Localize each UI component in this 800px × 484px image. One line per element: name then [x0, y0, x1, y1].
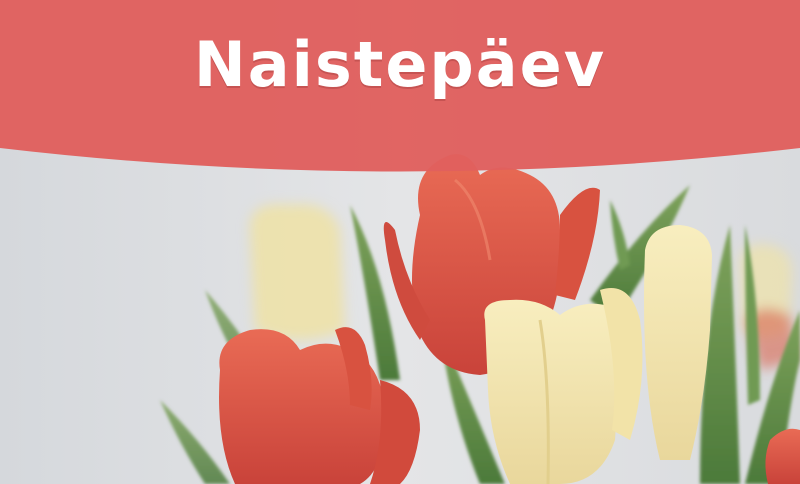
page-title: Naistepäev: [193, 28, 607, 101]
title-banner: Naistepäev: [0, 0, 800, 175]
